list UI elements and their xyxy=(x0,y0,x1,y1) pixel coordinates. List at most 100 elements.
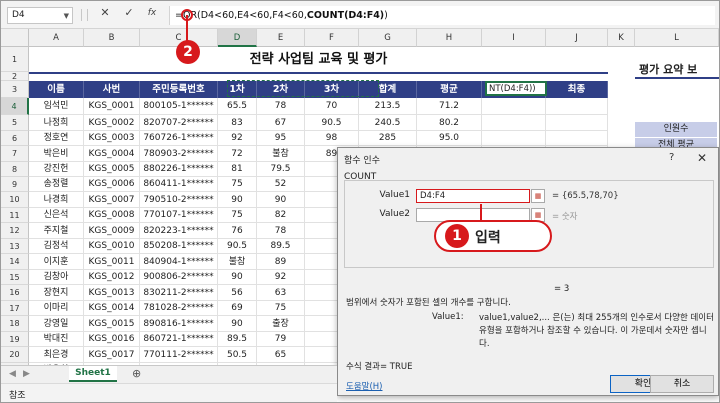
close-icon[interactable]: ✕ xyxy=(697,151,707,165)
table-cell[interactable]: 65 xyxy=(257,347,305,363)
fx-icon[interactable]: fx xyxy=(144,8,160,18)
table-cell[interactable]: 67 xyxy=(257,115,305,131)
table-cell[interactable]: 75 xyxy=(218,177,257,192)
row-header-6[interactable]: 6 xyxy=(1,131,29,146)
table-cell[interactable]: KGS_0002 xyxy=(84,115,140,131)
table-cell[interactable]: 70 xyxy=(305,98,359,115)
range-select-icon[interactable]: ▦ xyxy=(531,189,545,203)
formula-input[interactable]: =OR(D4<60,E4<60,F4<60,COUNT(D4:F4)) xyxy=(169,6,715,25)
table-cell[interactable]: 90 xyxy=(218,270,257,285)
table-cell[interactable]: 75 xyxy=(218,208,257,223)
table-cell[interactable]: 나경희 xyxy=(29,192,84,208)
table-cell[interactable]: 213.5 xyxy=(359,98,417,115)
table-cell[interactable]: 790510-2****** xyxy=(140,192,218,208)
table-cell[interactable]: 72 xyxy=(218,146,257,162)
row-header-12[interactable]: 12 xyxy=(1,223,29,239)
table-cell[interactable]: 79.5 xyxy=(257,162,305,177)
table-cell[interactable]: 정호연 xyxy=(29,131,84,146)
table-cell[interactable]: 880226-1****** xyxy=(140,162,218,177)
table-cell[interactable]: 820223-1****** xyxy=(140,223,218,239)
row-header-15[interactable]: 15 xyxy=(1,270,29,285)
table-cell[interactable]: 79 xyxy=(257,332,305,347)
table-cell[interactable]: 81 xyxy=(218,162,257,177)
table-cell[interactable]: 83 xyxy=(218,115,257,131)
table-cell[interactable]: 나정희 xyxy=(29,115,84,131)
table-cell[interactable]: 김정석 xyxy=(29,239,84,254)
table-cell[interactable]: 90 xyxy=(218,316,257,332)
chevron-down-icon[interactable]: ▼ xyxy=(64,12,69,20)
table-cell[interactable] xyxy=(482,98,546,115)
table-cell[interactable]: 76 xyxy=(218,223,257,239)
row-header-8[interactable]: 8 xyxy=(1,162,29,177)
table-cell[interactable]: 박대진 xyxy=(29,332,84,347)
tab-next-icon[interactable]: ▶ xyxy=(23,369,30,379)
column-header-g[interactable]: G xyxy=(359,29,417,47)
help-link[interactable]: 도움말(H) xyxy=(346,380,382,392)
table-cell[interactable]: 89.5 xyxy=(218,332,257,347)
table-cell[interactable]: 900806-2****** xyxy=(140,270,218,285)
table-cell[interactable]: KGS_0010 xyxy=(84,239,140,254)
table-header-cell[interactable]: 평균 xyxy=(417,81,482,98)
table-cell[interactable]: 78 xyxy=(257,98,305,115)
table-header-cell[interactable]: 주민등록번호 xyxy=(140,81,218,98)
table-cell[interactable]: 69 xyxy=(218,301,257,316)
table-cell[interactable]: KGS_0005 xyxy=(84,162,140,177)
table-cell[interactable]: KGS_0013 xyxy=(84,285,140,301)
table-cell[interactable]: 임석민 xyxy=(29,98,84,115)
table-cell[interactable]: 이마리 xyxy=(29,301,84,316)
help-icon[interactable]: ? xyxy=(669,152,674,163)
table-cell[interactable]: 75 xyxy=(257,301,305,316)
table-cell[interactable]: 장현지 xyxy=(29,285,84,301)
table-cell[interactable]: 770107-1****** xyxy=(140,208,218,223)
table-cell[interactable]: 90.5 xyxy=(218,239,257,254)
table-cell[interactable]: 90 xyxy=(257,192,305,208)
table-cell[interactable]: 63 xyxy=(257,285,305,301)
table-cell[interactable]: 90.5 xyxy=(305,115,359,131)
column-header-e[interactable]: E xyxy=(257,29,305,47)
table-cell[interactable]: 65.5 xyxy=(218,98,257,115)
column-header-h[interactable]: H xyxy=(417,29,482,47)
table-cell[interactable]: 800105-1****** xyxy=(140,98,218,115)
table-cell[interactable]: 89 xyxy=(257,254,305,270)
table-cell[interactable]: 78 xyxy=(257,223,305,239)
table-cell[interactable]: KGS_0007 xyxy=(84,192,140,208)
table-cell[interactable]: 이지훈 xyxy=(29,254,84,270)
select-all-corner[interactable] xyxy=(1,29,29,47)
table-cell[interactable]: 송정렬 xyxy=(29,177,84,192)
table-cell[interactable]: 출장 xyxy=(257,316,305,332)
table-cell[interactable]: 760726-1****** xyxy=(140,131,218,146)
tab-prev-icon[interactable]: ◀ xyxy=(9,369,16,379)
table-cell[interactable]: 박은비 xyxy=(29,146,84,162)
row-header-7[interactable]: 7 xyxy=(1,146,29,162)
row-header-1[interactable]: 1 xyxy=(1,47,29,72)
name-box[interactable]: D4 ▼ xyxy=(7,7,73,24)
table-cell[interactable]: 불참 xyxy=(257,146,305,162)
table-cell[interactable]: 80.2 xyxy=(417,115,482,131)
table-cell[interactable]: KGS_0016 xyxy=(84,332,140,347)
table-cell[interactable]: 50.5 xyxy=(218,347,257,363)
table-cell[interactable]: KGS_0015 xyxy=(84,316,140,332)
enter-icon[interactable]: ✓ xyxy=(121,6,137,19)
row-header-10[interactable]: 10 xyxy=(1,192,29,208)
table-cell[interactable]: KGS_0012 xyxy=(84,270,140,285)
table-cell[interactable]: 840904-1****** xyxy=(140,254,218,270)
table-cell[interactable] xyxy=(546,98,608,115)
row-header-13[interactable]: 13 xyxy=(1,239,29,254)
table-cell[interactable]: KGS_0003 xyxy=(84,131,140,146)
table-cell[interactable]: 95 xyxy=(257,131,305,146)
table-cell[interactable] xyxy=(546,115,608,131)
row-header-9[interactable]: 9 xyxy=(1,177,29,192)
table-cell[interactable]: 830211-2****** xyxy=(140,285,218,301)
row-header-17[interactable]: 17 xyxy=(1,301,29,316)
table-cell[interactable]: 52 xyxy=(257,177,305,192)
column-header-k[interactable]: K xyxy=(608,29,635,47)
table-cell[interactable]: 285 xyxy=(359,131,417,146)
column-header-a[interactable]: A xyxy=(29,29,84,47)
row-header-2[interactable]: 2 xyxy=(1,72,29,81)
table-cell[interactable]: 89.5 xyxy=(257,239,305,254)
column-header-f[interactable]: F xyxy=(305,29,359,47)
table-cell[interactable]: KGS_0014 xyxy=(84,301,140,316)
column-header-i[interactable]: I xyxy=(482,29,546,47)
row-header-4[interactable]: 4 xyxy=(1,98,29,115)
table-cell[interactable]: 불참 xyxy=(218,254,257,270)
